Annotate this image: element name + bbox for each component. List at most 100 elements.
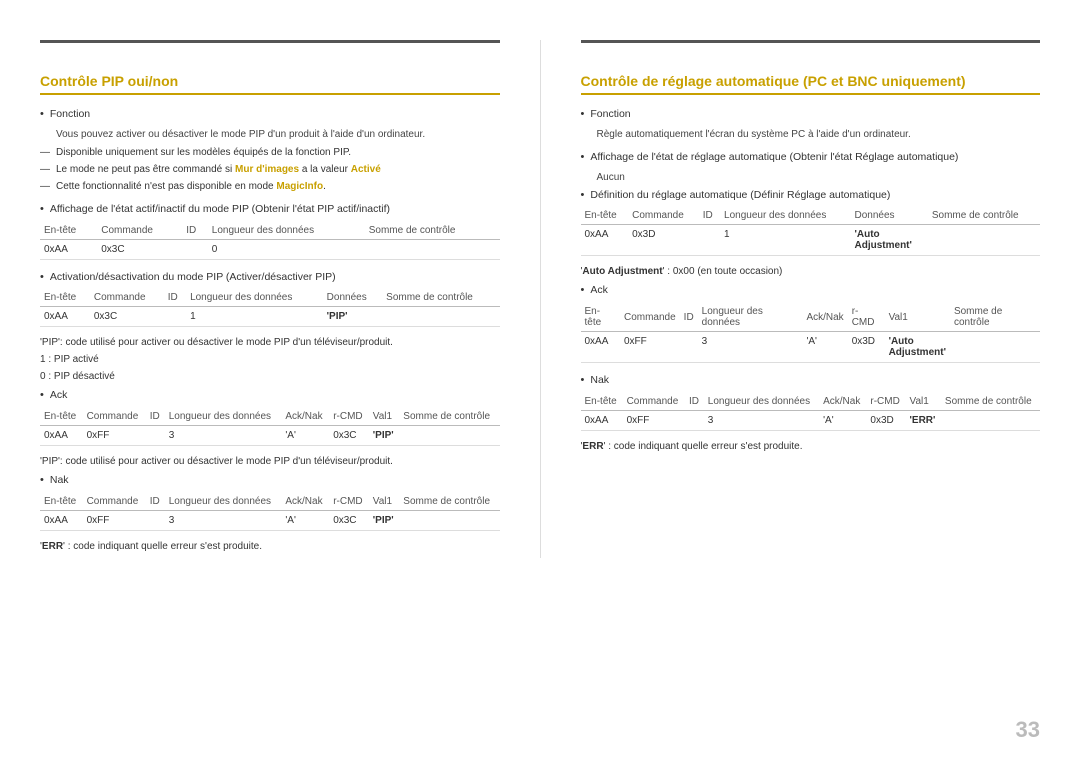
dash3-magic: MagicInfo — [276, 181, 323, 192]
th-an3: Ack/Nak — [281, 408, 329, 426]
r-td-i3 — [685, 410, 704, 430]
r-fonction-label: Fonction — [590, 107, 630, 123]
r-th-d1: Données — [851, 207, 928, 225]
r-th-i1: ID — [699, 207, 720, 225]
fonction-desc: Vous pouvez activer ou désactiver le mod… — [40, 127, 500, 142]
table-row: 0xAA 0xFF 3 'A' 0x3D 'AutoAdjustment' — [581, 332, 1041, 363]
td-id — [182, 239, 208, 259]
r-table1: En-tête Commande ID Longueur des données… — [581, 207, 1041, 256]
td-an4: 'A' — [281, 510, 329, 530]
r-table1-wrapper: En-tête Commande ID Longueur des données… — [581, 207, 1041, 256]
bullet2-item: • Affichage de l'état actif/inactif du m… — [40, 202, 500, 218]
th-entete: En-tête — [40, 222, 97, 240]
td-longueur: 0 — [208, 239, 365, 259]
err-bold-left: ERR — [42, 541, 63, 552]
r-th-c2: Commande — [620, 303, 680, 332]
th-e4: En-tête — [40, 493, 83, 511]
r-table2: En-tête Commande ID Longueur des données… — [581, 303, 1041, 363]
th-commande2: Commande — [90, 289, 164, 307]
r-ack-dot: • — [581, 284, 585, 296]
table-row: 0xAA 0xFF 3 'A' 0x3C 'PIP' — [40, 426, 500, 446]
ack-bullet: • Ack — [40, 388, 500, 404]
right-title: Contrôle de réglage automatique (PC et B… — [581, 73, 1041, 95]
td-c3: 0xFF — [83, 426, 146, 446]
th-an4: Ack/Nak — [281, 493, 329, 511]
r-nak-label: Nak — [590, 373, 609, 389]
r-th-r2: r-CMD — [848, 303, 885, 332]
r-fonction-desc: Règle automatiquement l'écran du système… — [581, 127, 1041, 142]
table3: En-tête Commande ID Longueur des données… — [40, 408, 500, 446]
r-th-r3: r-CMD — [866, 393, 905, 411]
r-td-s1 — [928, 225, 1040, 256]
nak-bullet: • Nak — [40, 473, 500, 489]
td-longueur2: 1 — [186, 307, 323, 327]
page-number: 33 — [1016, 717, 1040, 743]
r-th-e3: En-tête — [581, 393, 623, 411]
r-td-v3: 'ERR' — [906, 410, 941, 430]
r-td-s2 — [950, 332, 1040, 363]
r-td-r2: 0x3D — [848, 332, 885, 363]
pip-note1: 'PIP': code utilisé pour activer ou désa… — [40, 337, 500, 348]
nak-dot: • — [40, 474, 44, 486]
th-s4: Somme de contrôle — [399, 493, 499, 511]
r-th-e1: En-tête — [581, 207, 629, 225]
r-th-l1: Longueur des données — [720, 207, 851, 225]
th-longueur2: Longueur des données — [186, 289, 323, 307]
table-row: 0xAA 0x3C 0 — [40, 239, 500, 259]
r-bullet-dot: • — [581, 108, 585, 120]
r-td-i1 — [699, 225, 720, 256]
th-i4: ID — [146, 493, 165, 511]
table3-wrapper: En-tête Commande ID Longueur des données… — [40, 408, 500, 446]
th-commande: Commande — [97, 222, 182, 240]
th-donnees2: Données — [323, 289, 382, 307]
top-divider-right — [581, 40, 1041, 43]
th-r4: r-CMD — [329, 493, 369, 511]
td-i4 — [146, 510, 165, 530]
r-bullet2-dot: • — [581, 151, 585, 163]
ack-dot: • — [40, 389, 44, 401]
dash3: Cette fonctionnalité n'est pas disponibl… — [40, 179, 500, 194]
r-td-r3: 0x3D — [866, 410, 905, 430]
r-th-e2: En-tête — [581, 303, 620, 332]
r-td-e3: 0xAA — [581, 410, 623, 430]
r-th-an3: Ack/Nak — [819, 393, 866, 411]
r-bullet2-item: • Affichage de l'état de réglage automat… — [581, 150, 1041, 166]
r-th-c3: Commande — [623, 393, 685, 411]
td-somme2 — [382, 307, 499, 327]
table1-wrapper: En-tête Commande ID Longueur des données… — [40, 222, 500, 260]
dash2-bold: Mur d'images — [235, 164, 299, 175]
r-td-c1: 0x3D — [628, 225, 699, 256]
r-th-i2: ID — [680, 303, 698, 332]
table4-wrapper: En-tête Commande ID Longueur des données… — [40, 493, 500, 531]
r-td-l2: 3 — [698, 332, 803, 363]
nak-label: Nak — [50, 473, 69, 489]
td-e4: 0xAA — [40, 510, 83, 530]
td-commande: 0x3C — [97, 239, 182, 259]
r-nak-bullet: • Nak — [581, 373, 1041, 389]
r-td-an3: 'A' — [819, 410, 866, 430]
td-c4: 0xFF — [83, 510, 146, 530]
fonction-bullet: • Fonction — [40, 107, 500, 123]
r-td-e2: 0xAA — [581, 332, 620, 363]
left-title: Contrôle PIP oui/non — [40, 73, 500, 95]
td-i3 — [146, 426, 165, 446]
auto-adj-bold-note: Auto Adjustment — [582, 266, 662, 277]
r-ack-label: Ack — [590, 283, 608, 299]
th-id2: ID — [164, 289, 186, 307]
r-th-c1: Commande — [628, 207, 699, 225]
pip-1: 1 : PIP activé — [40, 354, 500, 365]
td-commande2: 0x3C — [90, 307, 164, 327]
r-bullet3-dot: • — [581, 189, 585, 201]
table2: En-tête Commande ID Longueur des données… — [40, 289, 500, 327]
th-e3: En-tête — [40, 408, 83, 426]
r-ack-bullet: • Ack — [581, 283, 1041, 299]
r-td-e1: 0xAA — [581, 225, 629, 256]
td-entete: 0xAA — [40, 239, 97, 259]
top-divider — [40, 40, 500, 43]
table-row: 0xAA 0xFF 3 'A' 0x3C 'PIP' — [40, 510, 500, 530]
th-entete2: En-tête — [40, 289, 90, 307]
auto-adj-note: 'Auto Adjustment' : 0x00 (en toute occas… — [581, 266, 1041, 277]
r-td-l3: 3 — [704, 410, 819, 430]
r-td-s3 — [941, 410, 1040, 430]
th-r3: r-CMD — [329, 408, 369, 426]
